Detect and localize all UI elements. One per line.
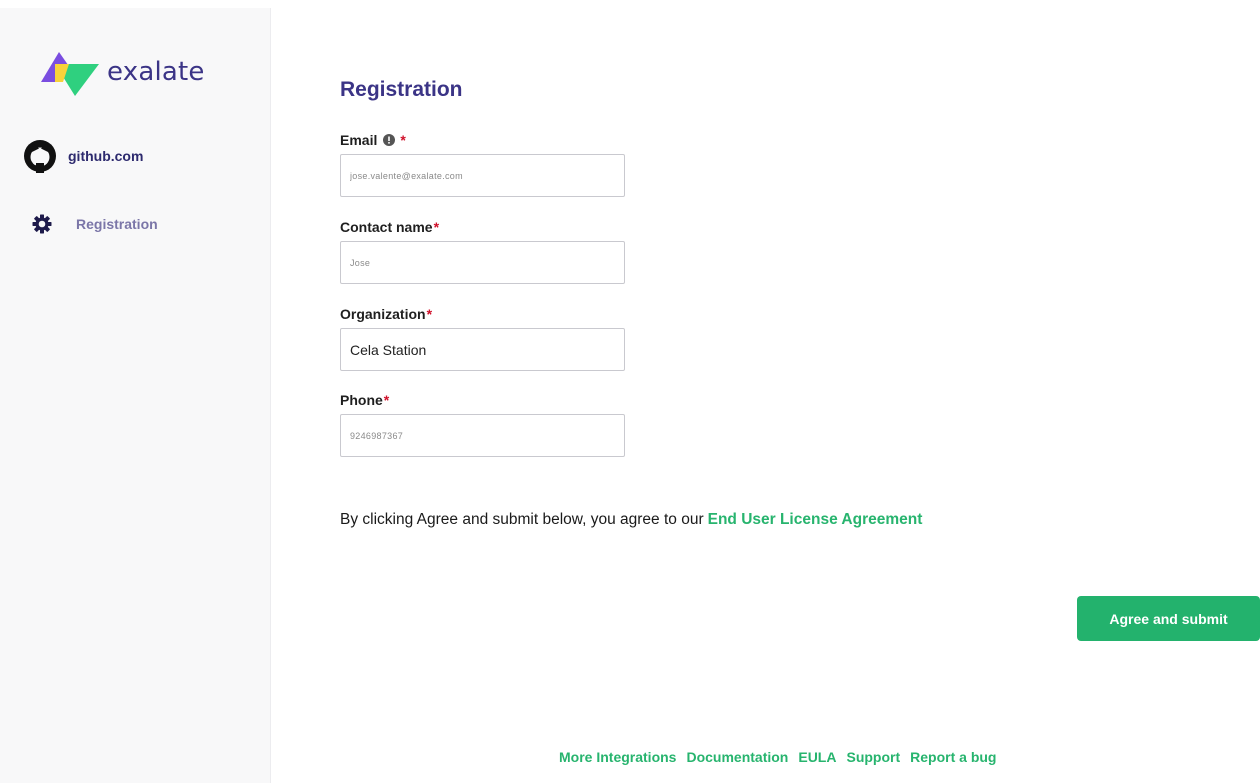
sidebar-item-label: github.com (68, 148, 144, 164)
phone-label: Phone * (340, 391, 630, 409)
organization-field-group: Organization * (340, 305, 630, 371)
organization-input[interactable] (340, 328, 625, 371)
page-title: Registration (340, 78, 463, 101)
required-marker: * (400, 132, 406, 148)
footer-link-support[interactable]: Support (846, 749, 900, 765)
sidebar-item-github[interactable]: github.com (22, 139, 143, 173)
footer-link-documentation[interactable]: Documentation (686, 749, 788, 765)
required-marker: * (383, 392, 390, 408)
footer-links: More Integrations Documentation EULA Sup… (559, 749, 996, 765)
contact-name-field-group: Contact name * (340, 218, 630, 284)
gear-icon (32, 214, 52, 234)
info-icon[interactable] (383, 134, 396, 146)
agreement-text: By clicking Agree and submit below, you … (340, 511, 922, 529)
contact-name-input[interactable] (340, 241, 625, 284)
exalate-logo[interactable]: exalate (41, 50, 205, 98)
required-marker: * (433, 219, 440, 235)
agree-and-submit-button[interactable]: Agree and submit (1077, 596, 1260, 641)
email-label-text: Email (340, 132, 378, 148)
footer-link-eula[interactable]: EULA (798, 749, 836, 765)
footer-link-report-bug[interactable]: Report a bug (910, 749, 996, 765)
phone-input[interactable] (340, 414, 625, 457)
email-label: Email * (340, 131, 630, 149)
contact-name-label: Contact name * (340, 218, 630, 236)
sidebar: exalate github.com Registration (0, 8, 271, 783)
main-content: Registration Email * Contact name* Organ… (270, 0, 1260, 783)
contact-name-label-text: Contact name (340, 219, 433, 235)
organization-label-text: Organization (340, 306, 426, 322)
sidebar-item-label: Registration (76, 216, 158, 232)
exalate-logo-icon (41, 52, 99, 96)
required-marker: * (426, 306, 433, 322)
eula-link[interactable]: End User License Agreement (708, 511, 923, 528)
sidebar-item-registration[interactable]: Registration (32, 214, 158, 234)
github-icon (24, 140, 56, 173)
phone-field-group: Phone * (340, 391, 630, 457)
email-input[interactable] (340, 154, 625, 197)
email-field-group: Email * (340, 131, 630, 197)
organization-label: Organization * (340, 305, 630, 323)
agreement-statement: By clicking Agree and submit below, you … (340, 511, 704, 528)
logo-text: exalate (107, 57, 205, 87)
phone-label-text: Phone (340, 392, 383, 408)
footer-link-more-integrations[interactable]: More Integrations (559, 749, 676, 765)
